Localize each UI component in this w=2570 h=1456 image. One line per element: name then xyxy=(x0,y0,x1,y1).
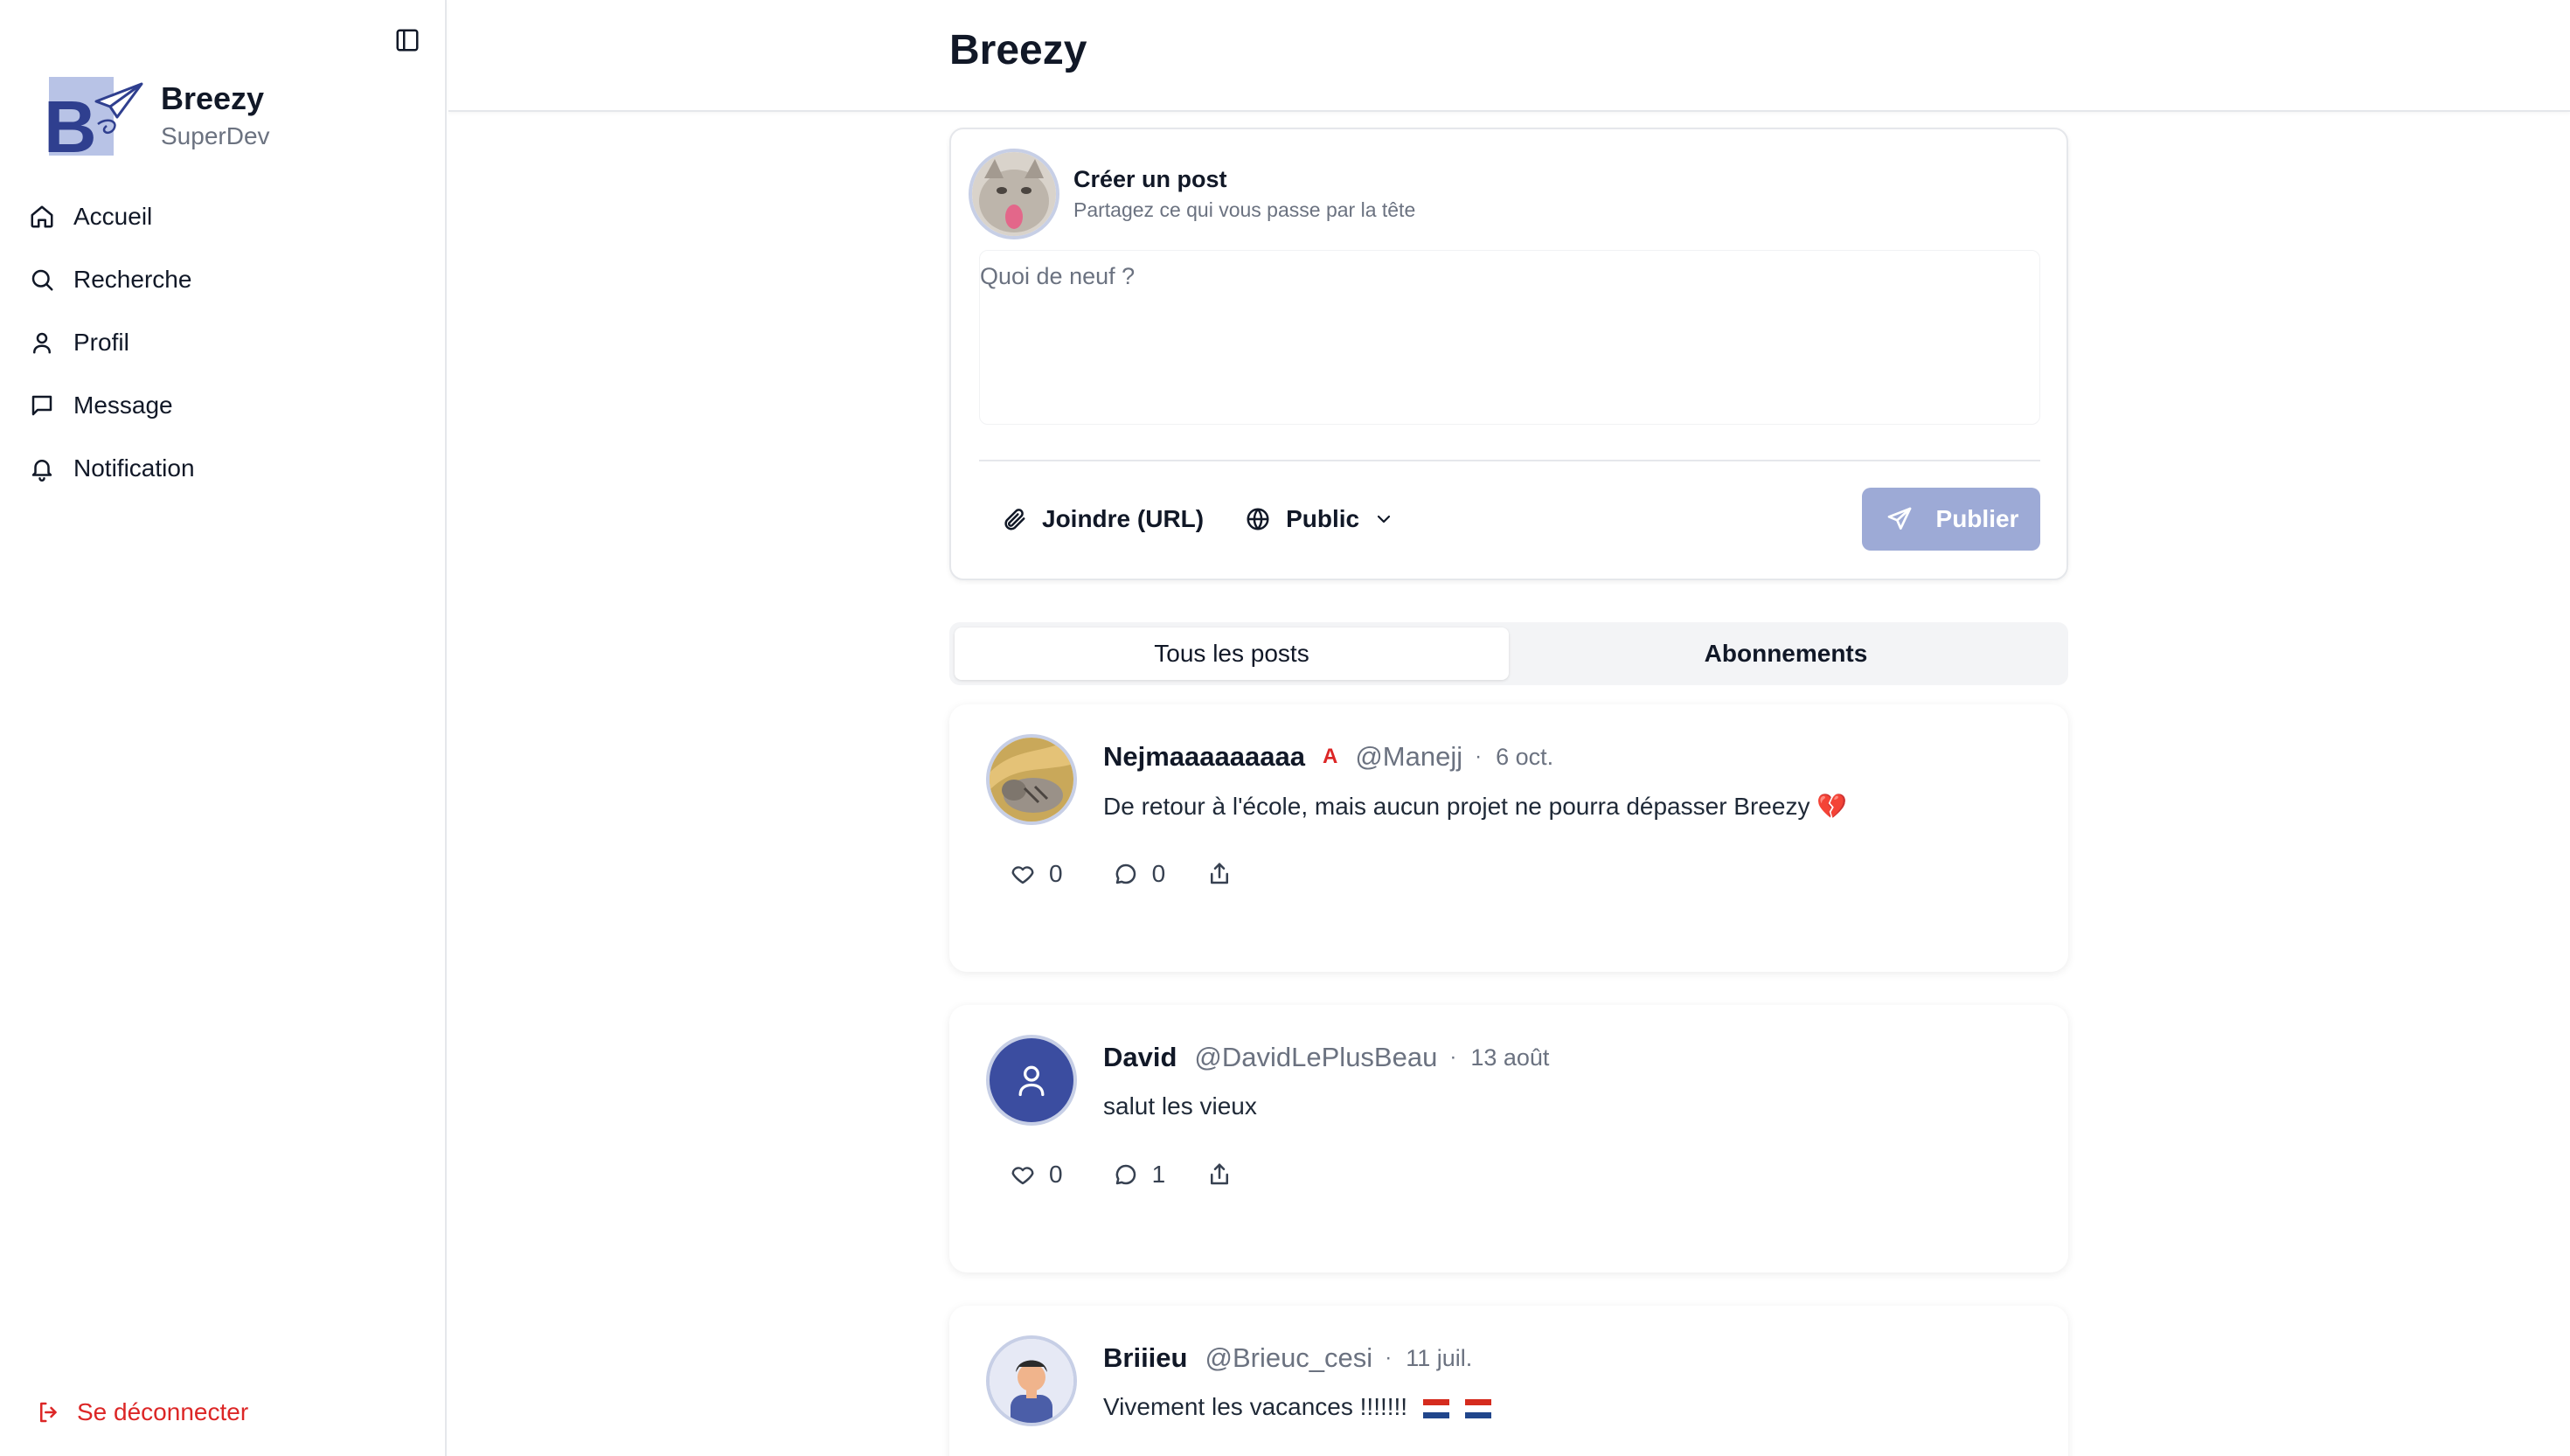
flag-icon xyxy=(1464,1399,1491,1418)
post-card: David @DavidLePlusBeau · 13 août salut l… xyxy=(949,1005,2068,1272)
comment-icon xyxy=(1110,858,1142,890)
post-handle[interactable]: @Manejj xyxy=(1355,741,1462,773)
attach-url-label: Joindre (URL) xyxy=(1042,505,1205,532)
post-text: salut les vieux xyxy=(1103,1092,1257,1120)
logout-button[interactable]: Se déconnecter xyxy=(33,1397,248,1428)
avatar xyxy=(986,1335,1077,1426)
comment-count: 1 xyxy=(1151,1161,1166,1188)
like-button[interactable]: 0 xyxy=(1007,858,1063,890)
user-icon xyxy=(1018,1065,1045,1097)
post-date: 11 juil. xyxy=(1406,1344,1473,1371)
search-icon xyxy=(26,264,58,295)
sidebar-item-recherche[interactable]: Recherche xyxy=(26,248,420,311)
post-text-input[interactable] xyxy=(979,250,2040,425)
avatar xyxy=(986,734,1077,825)
attach-url-button[interactable]: Joindre (URL) xyxy=(979,488,1223,551)
share-icon xyxy=(1211,863,1229,884)
sidebar-item-label: Recherche xyxy=(73,266,192,293)
share-button[interactable] xyxy=(1204,858,1235,890)
bell-icon xyxy=(26,453,58,484)
post-date: 13 août xyxy=(1470,1043,1550,1071)
sidebar-item-label: Notification xyxy=(73,454,195,482)
home-icon xyxy=(26,201,58,232)
logout-icon xyxy=(33,1397,65,1428)
avatar xyxy=(969,149,1059,239)
sidebar-nav: Accueil Recherche Profil Message Notific… xyxy=(26,185,420,500)
comment-count: 0 xyxy=(1151,860,1166,887)
visibility-label: Public xyxy=(1286,505,1360,532)
app-root: B Breezy SuperDev Accueil Recherche Prof… xyxy=(0,0,2570,1456)
share-icon xyxy=(1211,1163,1229,1185)
meta-separator: · xyxy=(1449,1045,1457,1069)
post-card: Briiieu @Brieuc_cesi · 11 juil. Vivement… xyxy=(949,1306,2068,1456)
sidebar-item-label: Message xyxy=(73,392,173,419)
meta-separator: · xyxy=(1475,745,1483,768)
user-icon xyxy=(26,327,58,358)
flag-icon xyxy=(1422,1399,1449,1418)
tab-subscriptions[interactable]: Abonnements xyxy=(1509,627,2063,680)
like-count: 0 xyxy=(1049,860,1063,887)
globe-icon xyxy=(1242,503,1274,535)
comment-button[interactable]: 1 xyxy=(1110,1159,1166,1190)
post-composer: Créer un post Partagez ce qui vous passe… xyxy=(949,128,2068,580)
comment-button[interactable]: 0 xyxy=(1110,858,1166,890)
top-header: Breezy xyxy=(448,0,2570,112)
brand-subtitle: SuperDev xyxy=(161,122,270,149)
like-button[interactable]: 0 xyxy=(1007,1159,1063,1190)
heart-icon xyxy=(1007,1159,1038,1190)
meta-separator: · xyxy=(1385,1346,1393,1369)
logout-label: Se déconnecter xyxy=(77,1398,249,1425)
post-author[interactable]: Nejmaaaaaaaaa xyxy=(1103,741,1305,773)
sidebar-item-accueil[interactable]: Accueil xyxy=(26,185,420,248)
publish-label: Publier xyxy=(1935,505,2019,532)
sidebar-item-message[interactable]: Message xyxy=(26,374,420,437)
chevron-down-icon xyxy=(1372,507,1396,531)
sidebar: B Breezy SuperDev Accueil Recherche Prof… xyxy=(0,0,447,1456)
composer-title: Créer un post xyxy=(1073,166,1227,192)
heart-icon xyxy=(1007,858,1038,890)
sidebar-item-label: Accueil xyxy=(73,203,153,230)
composer-divider xyxy=(979,460,2040,461)
page-title: Breezy xyxy=(949,27,1087,73)
feed-tabs: Tous les posts Abonnements xyxy=(949,622,2068,685)
post-text: Vivement les vacances !!!!!!! xyxy=(1103,1393,1408,1420)
post-date: 6 oct. xyxy=(1496,743,1554,770)
sidebar-toggle-button[interactable] xyxy=(392,24,423,56)
brand[interactable]: B Breezy SuperDev xyxy=(44,75,270,168)
brand-name: Breezy xyxy=(161,80,265,116)
send-icon xyxy=(1884,503,1915,535)
share-button[interactable] xyxy=(1204,1159,1235,1190)
composer-subtitle: Partagez ce qui vous passe par la tête xyxy=(1073,198,1416,221)
visibility-select[interactable]: Public xyxy=(1223,488,1415,551)
sidebar-item-label: Profil xyxy=(73,329,129,356)
sidebar-panel-icon xyxy=(396,29,419,52)
post-author[interactable]: Briiieu xyxy=(1103,1342,1187,1374)
comment-icon xyxy=(1110,1159,1142,1190)
message-icon xyxy=(26,390,58,421)
post-handle[interactable]: @DavidLePlusBeau xyxy=(1194,1042,1437,1073)
svg-text:B: B xyxy=(44,86,97,157)
like-count: 0 xyxy=(1049,1161,1063,1188)
post-text-container: Vivement les vacances !!!!!!! xyxy=(1103,1393,1491,1421)
brand-logo: B xyxy=(44,75,145,168)
post-author[interactable]: David xyxy=(1103,1042,1177,1073)
paperclip-icon xyxy=(998,503,1030,535)
admin-badge: A xyxy=(1322,745,1338,768)
publish-button[interactable]: Publier xyxy=(1862,488,2040,551)
tab-all-posts[interactable]: Tous les posts xyxy=(955,627,1509,680)
post-card: Nejmaaaaaaaaa A @Manejj · 6 oct. De reto… xyxy=(949,704,2068,972)
sidebar-item-profil[interactable]: Profil xyxy=(26,311,420,374)
avatar xyxy=(986,1035,1077,1126)
sidebar-item-notification[interactable]: Notification xyxy=(26,437,420,500)
post-handle[interactable]: @Brieuc_cesi xyxy=(1205,1342,1372,1374)
post-text: De retour à l'école, mais aucun projet n… xyxy=(1103,793,1848,820)
